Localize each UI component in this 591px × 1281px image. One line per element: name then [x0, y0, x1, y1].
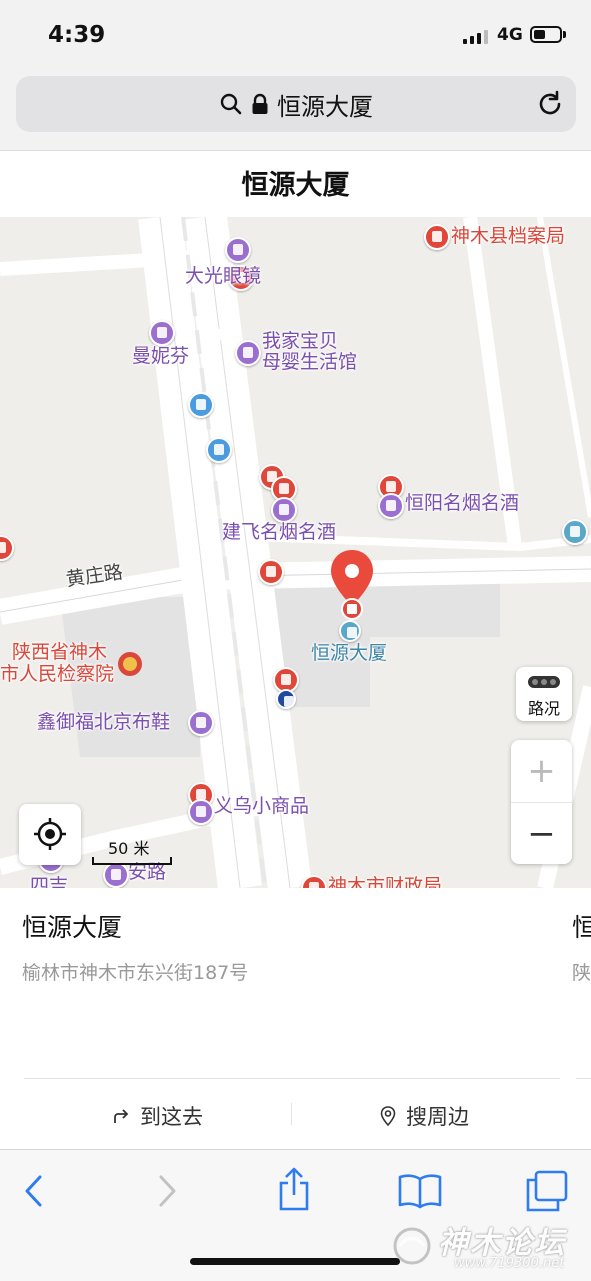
shopping-icon[interactable]: [103, 862, 129, 888]
watermark: 神木论坛 www.719300.net: [390, 1222, 590, 1272]
bus-stop-icon[interactable]: [188, 392, 214, 418]
go-here-label: 到这去: [140, 1105, 203, 1129]
shopping-icon[interactable]: [225, 237, 251, 263]
shopping-icon[interactable]: [188, 799, 214, 825]
next-card-address[interactable]: 陕: [572, 958, 591, 985]
poi-label-hengyang[interactable]: 恒阳名烟名酒: [405, 494, 519, 513]
directions-icon: [114, 1109, 129, 1123]
scale-label: 50 米: [108, 839, 150, 858]
back-icon[interactable]: [22, 1174, 48, 1208]
share-icon[interactable]: [277, 1167, 311, 1211]
poi-label-yiwu[interactable]: 义乌小商品: [214, 797, 309, 816]
marker-label[interactable]: 恒源大厦: [311, 644, 387, 663]
shopping-icon[interactable]: [149, 320, 175, 346]
map-view[interactable]: 神木县档案局 大光眼镜 曼妮芬 我家宝贝 母婴生活馆 建飞名烟名酒 恒阳名烟名酒…: [0, 217, 591, 888]
network-type: 4G: [497, 25, 523, 45]
traffic-icon: [528, 676, 560, 688]
page-title: 恒源大厦: [241, 170, 350, 201]
poi-label-anlu[interactable]: 安路: [128, 863, 166, 882]
tabs-icon[interactable]: [524, 1170, 568, 1212]
address-text: 恒源大厦: [277, 92, 373, 121]
bus-stop-icon[interactable]: [206, 437, 232, 463]
battery-icon: [530, 26, 562, 43]
poi-label-baby-2[interactable]: 母婴生活馆: [262, 353, 357, 372]
map-roads: [0, 217, 591, 888]
poi-label-glasses[interactable]: 大光眼镜: [185, 267, 261, 286]
forward-icon[interactable]: [153, 1174, 179, 1208]
next-card-name[interactable]: 恒: [572, 908, 591, 944]
zoom-in-button[interactable]: +: [511, 740, 572, 802]
status-time: 4:39: [48, 22, 106, 48]
shopping-icon[interactable]: [271, 497, 297, 523]
building-icon[interactable]: [339, 620, 361, 642]
action-separator: [291, 1103, 292, 1125]
search-nearby-button[interactable]: 搜周边: [380, 1100, 469, 1132]
poi-label-procuratorate-2[interactable]: 市人民检察院: [0, 665, 114, 684]
poi-label-archives[interactable]: 神木县档案局: [451, 227, 565, 246]
poi-label-manifen[interactable]: 曼妮芬: [132, 347, 189, 366]
crosshair-icon: [34, 818, 66, 850]
divider: [576, 1078, 591, 1079]
zoom-out-button[interactable]: −: [511, 802, 572, 865]
bookmarks-icon[interactable]: [398, 1173, 442, 1209]
search-nearby-label: 搜周边: [406, 1105, 469, 1129]
building-icon[interactable]: [258, 559, 284, 585]
reload-icon[interactable]: [536, 90, 564, 118]
poi-label-baby-1[interactable]: 我家宝贝: [262, 332, 338, 351]
location-marker-icon[interactable]: [329, 548, 375, 620]
poi-label-jianfei[interactable]: 建飞名烟名酒: [222, 523, 336, 542]
shopping-icon[interactable]: [188, 710, 214, 736]
go-here-button[interactable]: 到这去: [112, 1100, 203, 1132]
traffic-label: 路况: [527, 699, 560, 718]
shopping-icon[interactable]: [235, 340, 261, 366]
place-name: 恒源大厦: [22, 913, 123, 942]
poi-label-partial[interactable]: 四吉: [30, 877, 68, 889]
location-pin-icon: [380, 1106, 396, 1126]
lock-icon: [252, 93, 268, 114]
poi-label-procuratorate-1[interactable]: 陕西省神木: [12, 643, 107, 662]
battery-tip: [563, 31, 566, 38]
zoom-control: + −: [511, 740, 572, 864]
home-indicator[interactable]: [190, 1258, 400, 1265]
watermark-url: www.719300.net: [454, 1256, 565, 1271]
locate-button[interactable]: [19, 804, 81, 865]
divider: [24, 1078, 560, 1079]
search-icon: [220, 93, 242, 115]
poi-label-finance[interactable]: 神木市财政局: [328, 877, 442, 889]
place-address: 榆林市神木市东兴街187号: [22, 962, 249, 984]
address-bar-content[interactable]: 恒源大厦: [16, 76, 576, 132]
traffic-button[interactable]: 路况: [516, 667, 572, 721]
scale-bar: [92, 857, 172, 865]
building-icon[interactable]: [562, 519, 588, 545]
emblem-icon[interactable]: [117, 651, 143, 677]
map-scale: 50 米: [92, 835, 172, 865]
bank-icon[interactable]: [276, 689, 296, 709]
shopping-icon[interactable]: [378, 493, 404, 519]
poi-label-shoes[interactable]: 鑫御福北京布鞋: [37, 713, 170, 732]
signal-icon: [463, 30, 488, 44]
star-poi-icon[interactable]: [424, 224, 450, 250]
